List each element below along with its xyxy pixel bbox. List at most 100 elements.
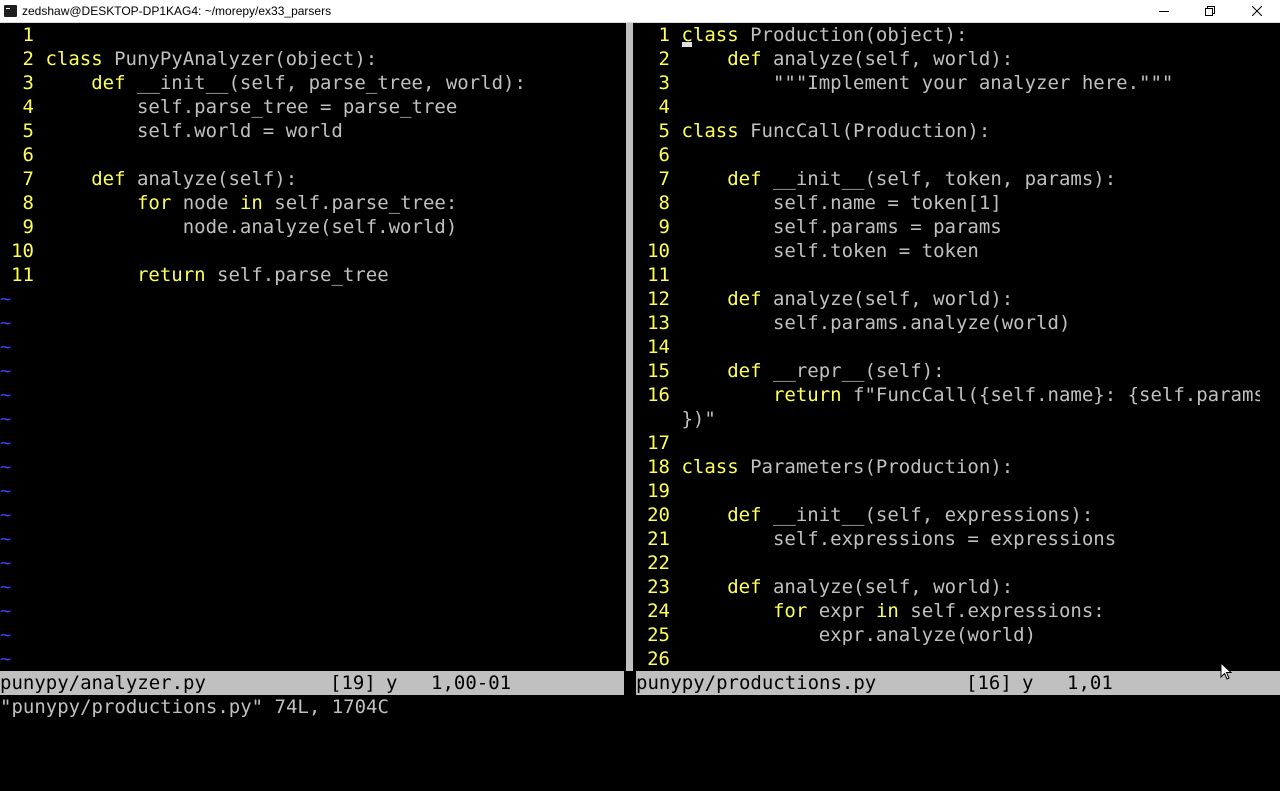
- code-line[interactable]: 16 return f"FuncCall({self.name}: {self.…: [636, 383, 1260, 407]
- code-line[interactable]: 13 self.params.analyze(world): [636, 311, 1070, 335]
- keyword-token: def: [727, 168, 762, 190]
- code-text: __init__(self, expressions):: [761, 504, 1094, 526]
- keyword-token: class: [681, 456, 739, 478]
- code-line[interactable]: 12 def analyze(self, world):: [636, 287, 1013, 311]
- code-text: self.token = token: [681, 240, 979, 262]
- code-line[interactable]: 9 node.analyze(self.world): [0, 215, 458, 239]
- code-text: expr: [807, 600, 876, 622]
- code-line[interactable]: 18 class Parameters(Production):: [636, 455, 1013, 479]
- close-button[interactable]: [1234, 0, 1280, 22]
- vertical-split-divider[interactable]: [624, 23, 636, 671]
- right-status-line: punypy/productions.py [16] y 1,01: [636, 671, 1260, 695]
- code-line[interactable]: 20 def __init__(self, expressions):: [636, 503, 1093, 527]
- window-scrollbar[interactable]: [1264, 23, 1280, 671]
- code-text: })": [681, 408, 716, 430]
- code-text: __repr__(self):: [761, 360, 945, 382]
- right-editor-pane[interactable]: 1 class Production(object): 2 def analyze…: [636, 23, 1260, 671]
- code-line[interactable]: 6: [636, 143, 681, 167]
- code-line[interactable]: 11: [636, 263, 681, 287]
- command-line[interactable]: "punypy/productions.py" 74L, 1704C: [0, 695, 389, 719]
- code-line[interactable]: 14: [636, 335, 681, 359]
- keyword-token: def: [727, 504, 762, 526]
- empty-line-tilde: ~: [0, 360, 12, 382]
- code-line[interactable]: 23 def analyze(self, world):: [636, 575, 1013, 599]
- line-number: 11: [647, 264, 670, 286]
- line-number: 13: [647, 312, 670, 334]
- empty-line-tilde: ~: [0, 288, 12, 310]
- line-number: 15: [647, 360, 670, 382]
- keyword-token: class: [681, 120, 739, 142]
- code-text: PunyPyAnalyzer(object):: [102, 48, 378, 70]
- right-status-filename: punypy/productions.py: [636, 672, 877, 694]
- code-text: Production(object):: [738, 24, 968, 46]
- line-number: 2: [658, 48, 670, 70]
- empty-line-tilde: ~: [0, 528, 12, 550]
- code-line[interactable]: 21 self.expressions = expressions: [636, 527, 1116, 551]
- code-text: self.name = token[1]: [681, 192, 1002, 214]
- code-text: self.expressions:: [898, 600, 1105, 622]
- line-number: 5: [22, 120, 34, 142]
- code-line[interactable]: 5 self.world = world: [0, 119, 343, 143]
- empty-line-tilde: ~: [0, 336, 12, 358]
- code-line[interactable]: 3 """Implement your analyzer here.""": [636, 71, 1174, 95]
- code-line[interactable]: 1: [0, 23, 45, 47]
- line-number: 20: [647, 504, 670, 526]
- minimize-button[interactable]: [1141, 0, 1187, 22]
- empty-line-tilde: ~: [0, 384, 12, 406]
- code-line[interactable]: 5 class FuncCall(Production):: [636, 119, 991, 143]
- code-line[interactable]: 26: [636, 647, 681, 671]
- keyword-token: for: [136, 192, 172, 214]
- code-line[interactable]: 2 def analyze(self, world):: [636, 47, 1014, 71]
- keyword-token: def: [727, 48, 762, 70]
- keyword-token: def: [727, 576, 762, 598]
- code-line[interactable]: 9 self.params = params: [636, 215, 1002, 239]
- code-line[interactable]: 2 class PunyPyAnalyzer(object):: [0, 47, 378, 71]
- title-bar: zedshaw@DESKTOP-DP1KAG4: ~/morepy/ex33_p…: [0, 0, 1280, 23]
- code-line[interactable]: 11 return self.parse_tree: [0, 263, 389, 287]
- line-number: 9: [658, 216, 670, 238]
- code-text: analyze(self):: [125, 168, 298, 190]
- status-tail: [1260, 671, 1280, 695]
- code-text: self.params = params: [681, 216, 1002, 238]
- empty-line-tilde: ~: [0, 648, 12, 670]
- code-line[interactable]: 6: [0, 143, 45, 167]
- code-line[interactable]: 4 self.parse_tree = parse_tree: [0, 95, 458, 119]
- code-line[interactable]: 17: [636, 431, 681, 455]
- code-line[interactable]: 24 for expr in self.expressions:: [636, 599, 1105, 623]
- line-number: 3: [658, 72, 670, 94]
- code-line[interactable]: 25 expr.analyze(world): [636, 623, 1036, 647]
- code-line[interactable]: 22: [636, 551, 681, 575]
- code-line[interactable]: 19: [636, 479, 681, 503]
- code-line[interactable]: 7 def __init__(self, token, params):: [636, 167, 1117, 191]
- line-number: 1: [22, 24, 34, 46]
- code-text: self.world = world: [45, 120, 343, 142]
- line-number: 17: [647, 432, 670, 454]
- code-line[interactable]: 8 self.name = token[1]: [636, 191, 1002, 215]
- line-number: 12: [647, 288, 670, 310]
- left-editor-pane[interactable]: 1 2 class PunyPyAnalyzer(object): 3 def _…: [0, 23, 624, 671]
- line-number: 6: [22, 144, 34, 166]
- code-line[interactable]: 10: [0, 239, 45, 263]
- keyword-token: def: [727, 360, 762, 382]
- restore-button[interactable]: [1187, 0, 1233, 22]
- code-line[interactable]: 4: [636, 95, 681, 119]
- code-line[interactable]: 7 def analyze(self):: [0, 167, 298, 191]
- code-text: FuncCall(Production):: [738, 120, 991, 142]
- line-number: 8: [22, 192, 34, 214]
- code-line[interactable]: 10 self.token = token: [636, 239, 979, 263]
- code-text: expr.analyze(world): [681, 624, 1037, 646]
- code-line[interactable]: 3 def __init__(self, parse_tree, world):: [0, 71, 526, 95]
- code-text: analyze(self, world):: [761, 48, 1014, 70]
- code-line[interactable]: 15 def __repr__(self):: [636, 359, 945, 383]
- line-number: 7: [22, 168, 34, 190]
- code-line[interactable]: })": [636, 407, 716, 431]
- line-number: 23: [647, 576, 670, 598]
- restore-icon: [1205, 6, 1215, 16]
- code-line[interactable]: 8 for node in self.parse_tree:: [0, 191, 458, 215]
- code-text: """Implement your analyzer here.""": [681, 72, 1174, 94]
